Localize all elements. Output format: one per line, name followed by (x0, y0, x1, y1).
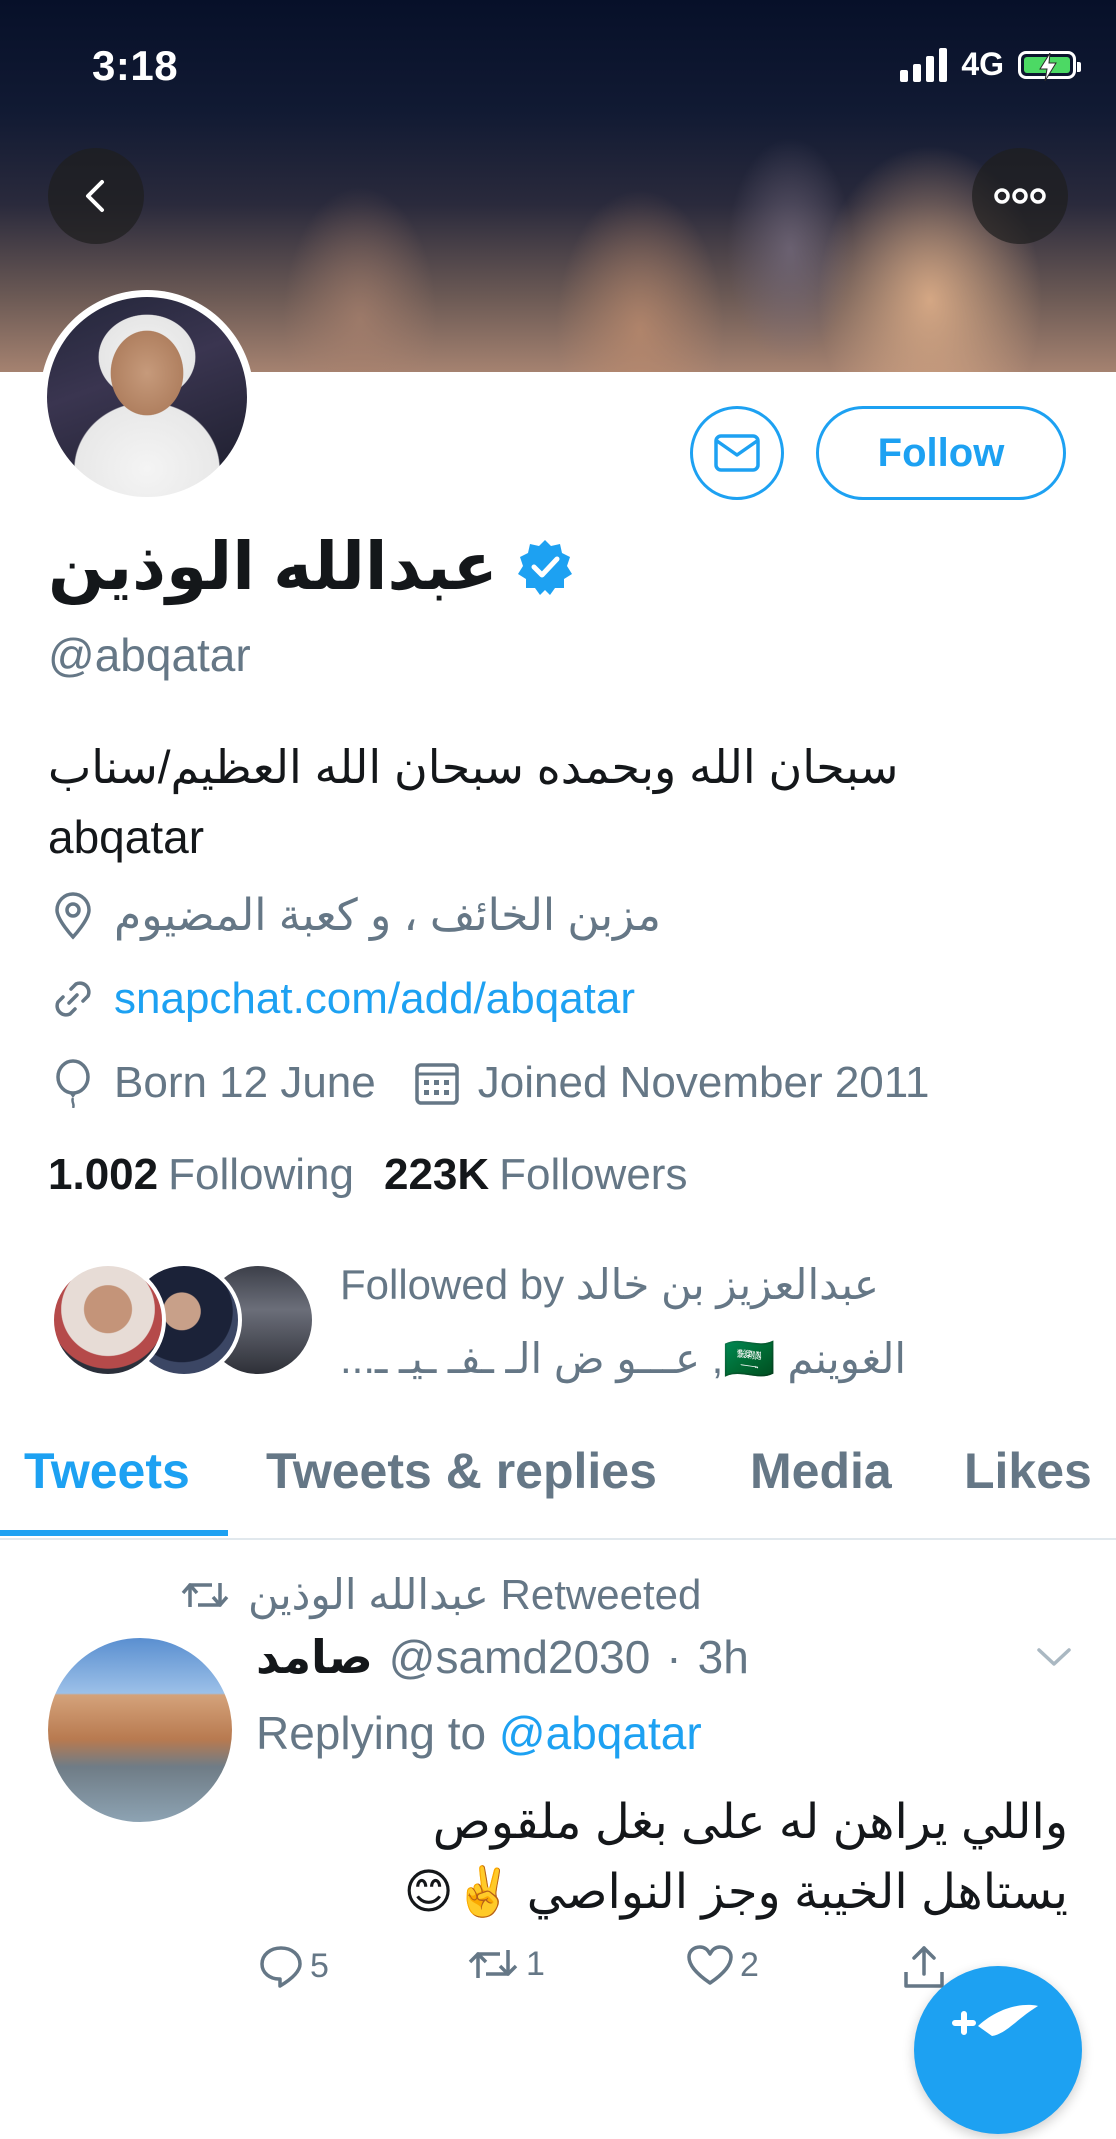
replying-to: Replying to @abqatar (256, 1706, 702, 1760)
tab-tweets[interactable]: Tweets (24, 1442, 190, 1500)
message-button[interactable] (690, 406, 784, 500)
tweet-actions: 5 1 2 (256, 1944, 956, 2004)
retweet-context: عبدالله الوذين Retweeted (180, 1570, 701, 1619)
profile-dates: Born 12 June Joined November 2011 (48, 1058, 929, 1108)
location-pin-icon (48, 891, 98, 941)
envelope-icon (714, 434, 760, 472)
followers-stat[interactable]: 223K Followers (384, 1150, 687, 1200)
retweeted-by-text: عبدالله الوذين Retweeted (248, 1571, 702, 1618)
tweet-time: 3h (697, 1631, 749, 1683)
tweet-text: واللي يراهن له على بغل ملقوص يستاهل الخي… (256, 1788, 1068, 1928)
profile-name-row: عبدالله الوذين (48, 528, 574, 605)
tweet-separator: · (666, 1631, 682, 1683)
profile-stats: 1.002 Following 223K Followers (48, 1150, 687, 1200)
profile-name: عبدالله الوذين (48, 529, 498, 603)
back-button[interactable] (48, 148, 144, 244)
verified-badge-icon (517, 539, 572, 595)
status-indicators: 4G (900, 46, 1081, 83)
following-label: Following (168, 1150, 354, 1199)
avatar (50, 1262, 166, 1378)
tweet-author-handle: @samd2030 (388, 1631, 651, 1683)
like-count: 2 (740, 1945, 759, 1984)
retweet-icon (468, 1950, 518, 1978)
balloon-icon (48, 1058, 98, 1108)
more-options-button[interactable] (972, 148, 1068, 244)
following-stat[interactable]: 1.002 Following (48, 1150, 354, 1200)
tweet-menu-button[interactable] (1036, 1646, 1072, 1673)
calendar-icon (412, 1058, 462, 1108)
profile-tabs: Tweets Tweets & replies Media Likes (0, 1420, 1116, 1540)
retweet-icon (181, 1582, 229, 1607)
battery-icon (1018, 50, 1081, 81)
compose-icon (952, 2004, 1038, 2036)
profile-website[interactable]: snapchat.com/add/abqatar (48, 974, 635, 1024)
heart-icon (687, 1945, 733, 1985)
followed-by-line: Followed by عبدالعزيز بن خالد (340, 1261, 879, 1308)
reply-count: 5 (310, 1946, 329, 1985)
followed-by-avatars[interactable] (50, 1262, 316, 1382)
profile-handle: @abqatar (48, 629, 251, 681)
active-tab-indicator (0, 1530, 228, 1536)
website-link[interactable]: snapchat.com/add/abqatar (114, 974, 635, 1024)
tweet-text-line: واللي يراهن له على بغل ملقوص (432, 1796, 1068, 1849)
replying-handle-link[interactable]: @abqatar (499, 1707, 702, 1759)
replying-prefix: Replying to (256, 1707, 499, 1759)
tweet-header: صامد @samd2030 · 3h (256, 1630, 749, 1684)
chevron-down-icon (1037, 1648, 1071, 1666)
reply-icon (260, 1946, 302, 1988)
retweet-count: 1 (526, 1944, 545, 1983)
followed-by-line: الغوينم 🇸🇦, عـــو ض الـ ـفـ ـيـ ـ... (340, 1335, 907, 1382)
following-count: 1.002 (48, 1150, 159, 1199)
tweet-text-line: يستاهل الخيبة وجز النواصي ✌️😊 (403, 1866, 1068, 1919)
ellipsis-icon (994, 188, 1046, 204)
like-button[interactable]: 2 (686, 1944, 759, 1986)
profile-avatar[interactable] (40, 290, 254, 504)
status-time: 3:18 (92, 42, 179, 89)
birthday-text: Born 12 June (114, 1058, 376, 1107)
reply-button[interactable]: 5 (258, 1944, 329, 1988)
bio-line: سبحان الله وبحمده سبحان الله العظيم/سناب (48, 741, 899, 793)
chevron-left-icon (86, 180, 104, 212)
followers-count: 223K (383, 1150, 490, 1199)
compose-tweet-button[interactable] (914, 1966, 1082, 2134)
follow-button[interactable]: Follow (816, 406, 1066, 500)
tab-media[interactable]: Media (750, 1442, 892, 1500)
retweet-button[interactable]: 1 (466, 1944, 545, 1984)
tweet-author-avatar[interactable] (48, 1638, 232, 1822)
bio-line: abqatar (48, 811, 205, 863)
joined-text: Joined November 2011 (477, 1058, 930, 1107)
profile-location: مزبن الخائف ، و كعبة المضيوم (48, 890, 661, 941)
followed-by-text[interactable]: Followed by عبدالعزيز بن خالد الغوينم 🇸🇦… (340, 1248, 1040, 1396)
signal-icon (900, 47, 948, 82)
location-text: مزبن الخائف ، و كعبة المضيوم (114, 891, 661, 940)
profile-bio: سبحان الله وبحمده سبحان الله العظيم/سناب… (48, 732, 1048, 872)
link-icon (48, 974, 98, 1024)
tab-tweets-and-replies[interactable]: Tweets & replies (266, 1442, 657, 1500)
tab-likes[interactable]: Likes (964, 1442, 1092, 1500)
tweet-author-name[interactable]: صامد (256, 1630, 373, 1684)
followers-label: Followers (499, 1150, 688, 1199)
network-type: 4G (961, 46, 1004, 82)
